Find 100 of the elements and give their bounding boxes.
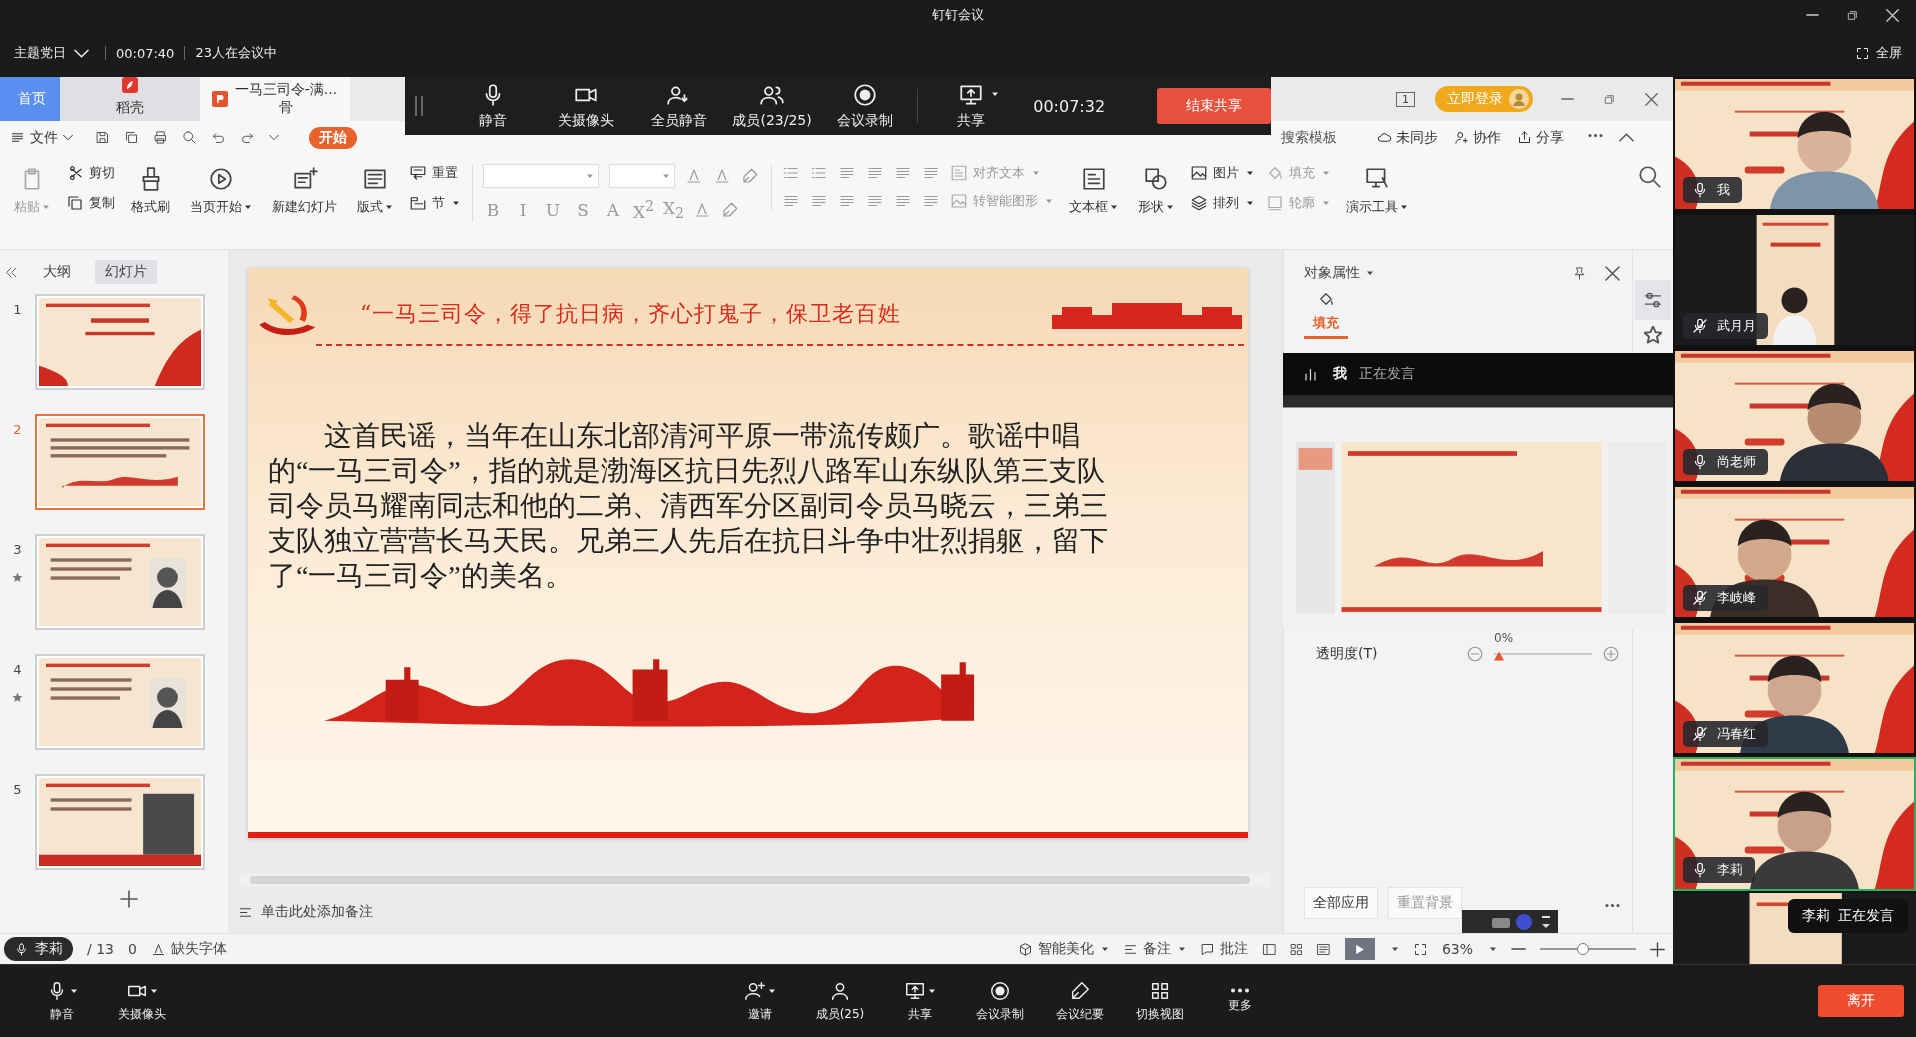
- ribbon-button[interactable]: 形状: [1134, 164, 1178, 218]
- reset-icon: [409, 164, 427, 182]
- drag-handle[interactable]: [415, 96, 423, 116]
- meeting-control[interactable]: 会议纪要: [1040, 979, 1120, 1023]
- meeting-control[interactable]: 共享: [924, 82, 1018, 130]
- zoom-level[interactable]: 63%: [1441, 941, 1473, 957]
- meeting-control[interactable]: 成员(25): [800, 979, 880, 1023]
- word-count: 0: [128, 941, 137, 957]
- textbox-icon: [1080, 166, 1107, 192]
- chevron-down-icon: [63, 133, 73, 142]
- star-icon: [11, 571, 24, 584]
- search-icon: [1637, 164, 1663, 190]
- ribbon-button[interactable]: 格式刷: [127, 164, 174, 218]
- caret-icon: [1100, 945, 1109, 953]
- meeting-control[interactable]: 更多: [1200, 988, 1280, 1014]
- ime-toolbar[interactable]: [1462, 910, 1558, 933]
- caret-icon: [662, 172, 670, 180]
- leave-button[interactable]: 离开: [1818, 985, 1904, 1017]
- meeting-control[interactable]: 会议录制: [818, 82, 912, 130]
- ribbon-button[interactable]: 排列: [1190, 194, 1254, 212]
- page-indicator[interactable]: 1: [1396, 91, 1415, 107]
- meeting-control[interactable]: 会议录制: [960, 979, 1040, 1023]
- ribbon-button[interactable]: 当页开始: [186, 164, 256, 218]
- zoom-in-icon: [1650, 941, 1665, 957]
- collaborate-icon: [1454, 130, 1469, 145]
- ribbon-button[interactable]: 文本框: [1065, 164, 1122, 218]
- file-menu[interactable]: 文件: [10, 128, 73, 147]
- more-icon: [1229, 988, 1251, 993]
- toolbar-button[interactable]: 分享: [1517, 128, 1564, 147]
- meeting-control[interactable]: 切换视图: [1120, 979, 1200, 1023]
- transparency-value: 0%: [1494, 631, 1514, 645]
- reading-view-icon: [1315, 941, 1331, 957]
- meeting-control[interactable]: 成员(23/25): [725, 82, 819, 130]
- ribbon-button[interactable]: 复制: [66, 194, 115, 212]
- video-tile[interactable]: 李岐峰: [1673, 485, 1916, 619]
- notes-placeholder[interactable]: 单击此处添加备注: [260, 903, 373, 921]
- cube-icon: [1017, 941, 1033, 957]
- ribbon-button[interactable]: 版式: [353, 164, 397, 218]
- window-title: 钉钉会议: [932, 5, 984, 24]
- decrease-font-icon: [713, 167, 731, 185]
- caret-icon: [1045, 197, 1053, 205]
- pane-button[interactable]: 全部应用: [1304, 887, 1378, 919]
- undo-icon: [211, 130, 226, 145]
- video-tile[interactable]: 李莉: [1673, 757, 1916, 891]
- settings-button[interactable]: [1635, 280, 1671, 320]
- ribbon-button[interactable]: 演示工具: [1342, 164, 1412, 218]
- sliders-icon: [1643, 290, 1663, 310]
- topic-dropdown[interactable]: 主题党日: [14, 44, 89, 63]
- meeting-control[interactable]: 邀请: [720, 979, 800, 1023]
- restore-icon: [1602, 92, 1616, 106]
- document-tab[interactable]: 一马三司令-满...骨: [200, 77, 350, 121]
- meeting-control[interactable]: 静音: [22, 979, 102, 1023]
- missing-fonts-button[interactable]: 缺失字体: [150, 940, 227, 958]
- slider-thumb[interactable]: [1494, 651, 1504, 661]
- star-icon[interactable]: [1644, 326, 1662, 344]
- toolbar-button[interactable]: 协作: [1454, 128, 1501, 147]
- ribbon-button[interactable]: 新建幻灯片: [268, 164, 341, 218]
- font-size-field[interactable]: [609, 164, 675, 188]
- participant-name: 李岐峰: [1717, 589, 1756, 607]
- comment-icon: [1199, 941, 1215, 957]
- ribbon-button[interactable]: 剪切: [66, 164, 115, 182]
- caret-icon: [1177, 945, 1186, 953]
- close-icon: [1885, 8, 1899, 22]
- comments-button[interactable]: 批注: [1199, 940, 1248, 958]
- caret-icon: [1489, 945, 1497, 953]
- ribbon-button[interactable]: 节: [409, 194, 460, 212]
- close-icon: [1605, 265, 1620, 281]
- video-tile[interactable]: 武月月: [1673, 213, 1916, 347]
- fullscreen-button[interactable]: 全屏: [1855, 44, 1902, 63]
- meeting-control[interactable]: 共享: [880, 979, 960, 1023]
- font-name-field[interactable]: [483, 164, 599, 188]
- slide-number: 3: [13, 542, 22, 557]
- pin-icon: [1572, 265, 1587, 281]
- pane-tab[interactable]: 幻灯片: [95, 260, 157, 284]
- video-tile[interactable]: 尚老师: [1673, 349, 1916, 483]
- share-icon: [1517, 130, 1532, 145]
- preview-icon: [182, 130, 197, 145]
- speaker-badge: 李莉: [4, 937, 73, 961]
- meeting-control[interactable]: 关摄像头: [539, 82, 633, 130]
- participant-name: 冯春红: [1717, 725, 1756, 743]
- ribbon-button[interactable]: 重置: [409, 164, 460, 182]
- zoom-slider-thumb[interactable]: [1577, 943, 1590, 955]
- meeting-control[interactable]: 全员静音: [632, 82, 726, 130]
- beautify-button[interactable]: 智能美化: [1017, 940, 1109, 958]
- toolbar-button[interactable]: 未同步: [1377, 128, 1438, 147]
- stop-sharing-button[interactable]: 结束共享: [1157, 88, 1271, 124]
- video-tile[interactable]: 冯春红: [1673, 621, 1916, 755]
- scrollbar[interactable]: [249, 876, 1250, 885]
- pane-title[interactable]: 对象属性: [1304, 264, 1374, 282]
- video-tile[interactable]: 我: [1673, 77, 1916, 211]
- notes-button[interactable]: 备注: [1122, 940, 1186, 958]
- play-button[interactable]: [1344, 938, 1375, 960]
- add-slide-button[interactable]: [119, 890, 138, 911]
- meeting-control[interactable]: 静音: [447, 82, 540, 130]
- slide-paragraph: 这首民谣，当年在山东北部清河平原一带流传颇广。歌谣中唱的“一马三司令”，指的就是渤海区抗日先烈八路军山东纵队第三支队司令员马耀南同志和他的二弟、清西军分区副司令员马晓云，三弟三支队独立营营长马天民。兄弟三人先后在抗日斗争中壮烈捐躯，留下了“一马三司令”的美名。: [267, 419, 1109, 593]
- template-search[interactable]: 搜索模板: [1281, 128, 1337, 147]
- meeting-control[interactable]: 关摄像头: [102, 979, 182, 1023]
- caret-icon: [42, 203, 50, 211]
- ribbon-button[interactable]: 图片: [1190, 164, 1254, 182]
- pane-tab[interactable]: 大纲: [33, 260, 81, 284]
